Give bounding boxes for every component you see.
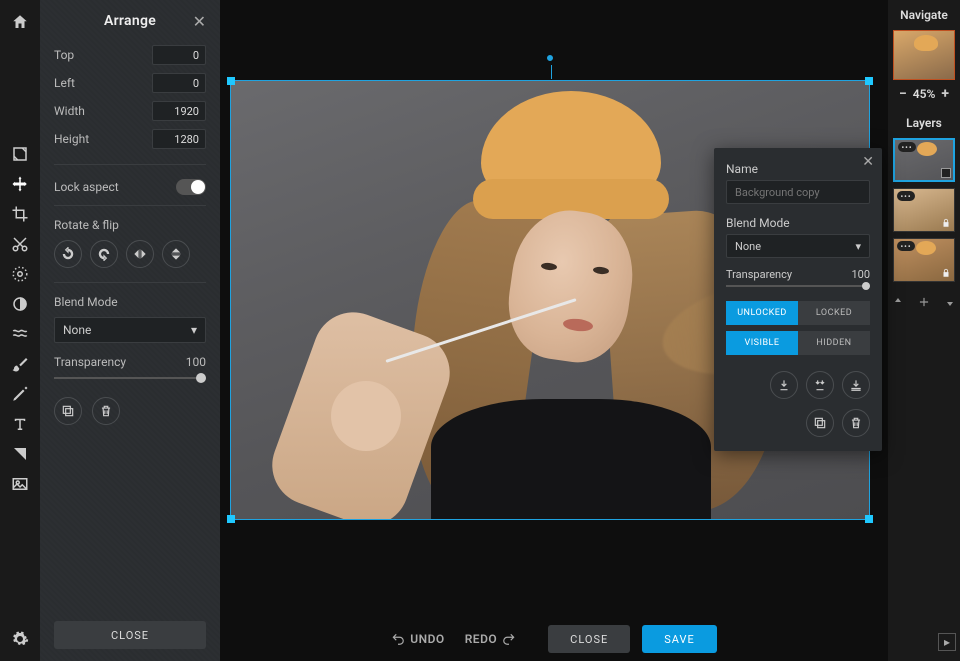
arrange-close-button[interactable]: CLOSE — [54, 621, 206, 649]
tool-adjust-icon[interactable] — [6, 290, 34, 318]
transparency-slider[interactable] — [54, 377, 206, 379]
tool-liquify-icon[interactable] — [6, 320, 34, 348]
collapse-panel-icon[interactable]: ▸ — [938, 633, 956, 651]
left-input[interactable] — [152, 73, 206, 93]
layer-menu-icon[interactable]: ••• — [897, 191, 915, 201]
tool-pen-icon[interactable] — [6, 380, 34, 408]
layer-add-icon[interactable] — [916, 294, 932, 310]
layer-visibility-checkbox[interactable] — [941, 168, 951, 178]
tool-fill-icon[interactable] — [6, 440, 34, 468]
lp-blend-value: None — [735, 240, 761, 253]
settings-icon[interactable] — [6, 625, 34, 653]
arrange-panel: Arrange ✕ Top Left Width Height Lock asp… — [40, 0, 220, 661]
blend-mode-value: None — [63, 323, 91, 337]
delete-icon[interactable] — [842, 409, 870, 437]
rotate-handle[interactable] — [545, 53, 555, 63]
tool-image-icon[interactable] — [6, 140, 34, 168]
layers-title: Layers — [906, 108, 942, 138]
blend-mode-select[interactable]: None ▾ — [54, 317, 206, 343]
visible-button[interactable]: VISIBLE — [726, 331, 798, 355]
close-icon[interactable]: ✕ — [193, 12, 206, 31]
layer-down-icon[interactable] — [942, 294, 958, 310]
top-input[interactable] — [152, 45, 206, 65]
transparency-label: Transparency — [54, 355, 126, 369]
hidden-button[interactable]: HIDDEN — [798, 331, 870, 355]
width-input[interactable] — [152, 101, 206, 121]
zoom-value: 45% — [913, 87, 936, 101]
merge-down-icon[interactable] — [770, 371, 798, 399]
flip-horizontal-icon[interactable] — [126, 240, 154, 268]
lp-blend-label: Blend Mode — [726, 212, 870, 234]
lock-aspect-label: Lock aspect — [54, 180, 119, 194]
chevron-down-icon: ▾ — [855, 240, 861, 253]
layer-thumb[interactable]: ••• — [893, 238, 955, 282]
lock-segment: UNLOCKED LOCKED — [726, 301, 870, 325]
layer-name-input[interactable] — [726, 180, 870, 204]
lock-icon — [940, 217, 952, 229]
layer-properties-panel: ✕ Name Blend Mode None ▾ Transparency 10… — [714, 148, 882, 451]
delete-icon[interactable] — [92, 397, 120, 425]
lp-transparency-slider[interactable] — [726, 285, 870, 287]
close-icon[interactable]: ✕ — [862, 154, 874, 170]
lp-blend-select[interactable]: None ▾ — [726, 234, 870, 258]
resize-handle-br[interactable] — [865, 515, 873, 523]
resize-handle-tl[interactable] — [227, 77, 235, 85]
layer-menu-icon[interactable]: ••• — [898, 142, 916, 152]
tool-rail — [0, 0, 40, 661]
tool-picture-icon[interactable] — [6, 470, 34, 498]
tool-cut-icon[interactable] — [6, 230, 34, 258]
home-icon[interactable] — [6, 8, 34, 36]
lp-transparency-value: 100 — [851, 268, 870, 281]
resize-handle-bl[interactable] — [227, 515, 235, 523]
navigator-thumbnail[interactable] — [893, 30, 955, 80]
right-panel: Navigate − 45% + Layers ••• ••• ••• — [888, 0, 960, 661]
rotate-cw-icon[interactable] — [90, 240, 118, 268]
tool-move-icon[interactable] — [6, 170, 34, 198]
duplicate-icon[interactable] — [54, 397, 82, 425]
flip-vertical-icon[interactable] — [162, 240, 190, 268]
merge-all-icon[interactable] — [806, 371, 834, 399]
navigate-title: Navigate — [900, 0, 948, 30]
layer-menu-icon[interactable]: ••• — [897, 241, 915, 251]
left-label: Left — [54, 76, 75, 90]
layer-thumb[interactable]: ••• — [893, 188, 955, 232]
save-button[interactable]: SAVE — [642, 625, 717, 653]
chevron-down-icon: ▾ — [191, 323, 197, 337]
width-label: Width — [54, 104, 85, 118]
unlocked-button[interactable]: UNLOCKED — [726, 301, 798, 325]
undo-label: UNDO — [410, 632, 444, 646]
height-label: Height — [54, 132, 89, 146]
transparency-value: 100 — [186, 355, 206, 369]
undo-button[interactable]: UNDO — [391, 632, 444, 646]
flatten-icon[interactable] — [842, 371, 870, 399]
top-label: Top — [54, 48, 74, 62]
arrange-title: Arrange — [104, 13, 156, 29]
lock-aspect-toggle[interactable] — [176, 179, 206, 195]
lp-transparency-label: Transparency — [726, 268, 792, 281]
redo-button[interactable]: REDO — [465, 632, 516, 646]
locked-button[interactable]: LOCKED — [798, 301, 870, 325]
duplicate-icon[interactable] — [806, 409, 834, 437]
layer-thumb[interactable]: ••• — [893, 138, 955, 182]
blend-mode-label: Blend Mode — [54, 283, 206, 317]
rotate-ccw-icon[interactable] — [54, 240, 82, 268]
zoom-in-button[interactable]: + — [941, 86, 949, 102]
name-label: Name — [726, 158, 870, 180]
visibility-segment: VISIBLE HIDDEN — [726, 331, 870, 355]
tool-brush-icon[interactable] — [6, 350, 34, 378]
tool-text-icon[interactable] — [6, 410, 34, 438]
height-input[interactable] — [152, 129, 206, 149]
lock-icon — [940, 267, 952, 279]
bottom-bar: UNDO REDO CLOSE SAVE — [220, 617, 888, 661]
layer-up-icon[interactable] — [890, 294, 906, 310]
rotate-flip-label: Rotate & flip — [54, 206, 206, 240]
close-button[interactable]: CLOSE — [548, 625, 630, 653]
tool-heal-icon[interactable] — [6, 260, 34, 288]
zoom-out-button[interactable]: − — [899, 86, 907, 102]
resize-handle-tr[interactable] — [865, 77, 873, 85]
tool-crop-icon[interactable] — [6, 200, 34, 228]
redo-label: REDO — [465, 632, 497, 646]
